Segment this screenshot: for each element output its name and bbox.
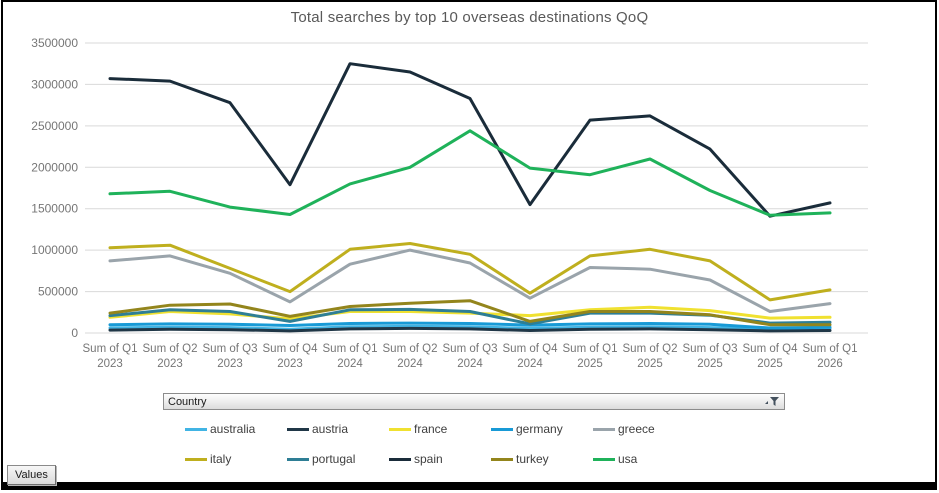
legend-label-portugal: portugal (312, 452, 356, 466)
y-axis-tick-label: 3000000 (31, 77, 78, 91)
legend-label-germany: germany (516, 422, 563, 436)
legend-item-portugal: portugal (287, 452, 389, 466)
series-line-greece (108, 248, 832, 313)
x-axis-tick-label: Sum of Q4 2024 (503, 343, 559, 370)
x-axis-tick-label: Sum of Q3 2024 (443, 343, 498, 370)
series-line-usa (108, 129, 832, 217)
legend-swatch-france (389, 427, 411, 431)
filter-funnel-icon[interactable] (764, 396, 780, 407)
legend-swatch-turkey (491, 457, 513, 461)
x-axis-tick-label: Sum of Q2 2024 (383, 343, 438, 370)
legend-item-germany: germany (491, 422, 593, 436)
values-field-label: Values (15, 468, 48, 481)
legend-item-turkey: turkey (491, 452, 593, 466)
country-filter-label: Country (168, 395, 207, 408)
legend-item-austria: austria (287, 422, 389, 436)
x-axis-tick-label: Sum of Q1 2025 (563, 343, 618, 370)
legend-swatch-spain (389, 457, 411, 461)
legend-swatch-australia (185, 427, 207, 431)
series-line-spain (108, 62, 832, 218)
legend-label-italy: italy (210, 452, 232, 466)
x-axis-tick-label: Sum of Q2 2025 (623, 343, 678, 370)
legend-label-austria: austria (312, 422, 349, 436)
series-line-austria (108, 326, 832, 333)
chart-plot-area: 0 500000 1000000 1500000 2000000 2500000 30000… (31, 36, 868, 370)
chart-legend-row-1: australia austria france germany greece (185, 422, 695, 436)
chart-legend-row-2: italy portugal spain turkey usa (185, 452, 695, 466)
x-axis-tick-label: Sum of Q2 2023 (143, 343, 198, 370)
legend-swatch-italy (185, 457, 207, 461)
legend-item-italy: italy (185, 452, 287, 466)
y-axis-tick-label: 500000 (38, 285, 78, 299)
legend-label-usa: usa (618, 452, 638, 466)
legend-swatch-germany (491, 427, 513, 431)
legend-item-usa: usa (593, 452, 695, 466)
y-axis-tick-label: 3500000 (31, 36, 78, 50)
legend-swatch-usa (593, 457, 615, 461)
legend-label-spain: spain (414, 452, 443, 466)
legend-item-greece: greece (593, 422, 695, 436)
x-axis-tick-label: Sum of Q4 2023 (263, 343, 319, 370)
country-filter-button[interactable]: Country (163, 393, 785, 410)
x-axis-tick-label: Sum of Q3 2025 (683, 343, 738, 370)
legend-item-australia: australia (185, 422, 287, 436)
y-axis-tick-label: 2500000 (31, 119, 78, 133)
values-field-button[interactable]: Values (7, 465, 56, 485)
legend-swatch-greece (593, 427, 615, 431)
legend-item-france: france (389, 422, 491, 436)
legend-label-greece: greece (618, 422, 655, 436)
legend-swatch-austria (287, 427, 309, 431)
legend-swatch-portugal (287, 457, 309, 461)
y-axis-tick-label: 0 (71, 326, 78, 340)
x-axis-tick-label: Sum of Q3 2023 (203, 343, 258, 370)
x-axis-tick-label: Sum of Q4 2025 (743, 343, 799, 370)
legend-label-turkey: turkey (516, 452, 549, 466)
x-axis-tick-label: Sum of Q1 2023 (83, 343, 138, 370)
x-axis-tick-label: Sum of Q1 2026 (803, 343, 858, 370)
y-axis-tick-label: 2000000 (31, 160, 78, 174)
y-axis-tick-label: 1500000 (31, 202, 78, 216)
y-axis-tick-label: 1000000 (31, 243, 78, 257)
legend-label-australia: australia (210, 422, 256, 436)
legend-item-spain: spain (389, 452, 491, 466)
legend-label-france: france (414, 422, 448, 436)
x-axis-tick-label: Sum of Q1 2024 (323, 343, 378, 370)
